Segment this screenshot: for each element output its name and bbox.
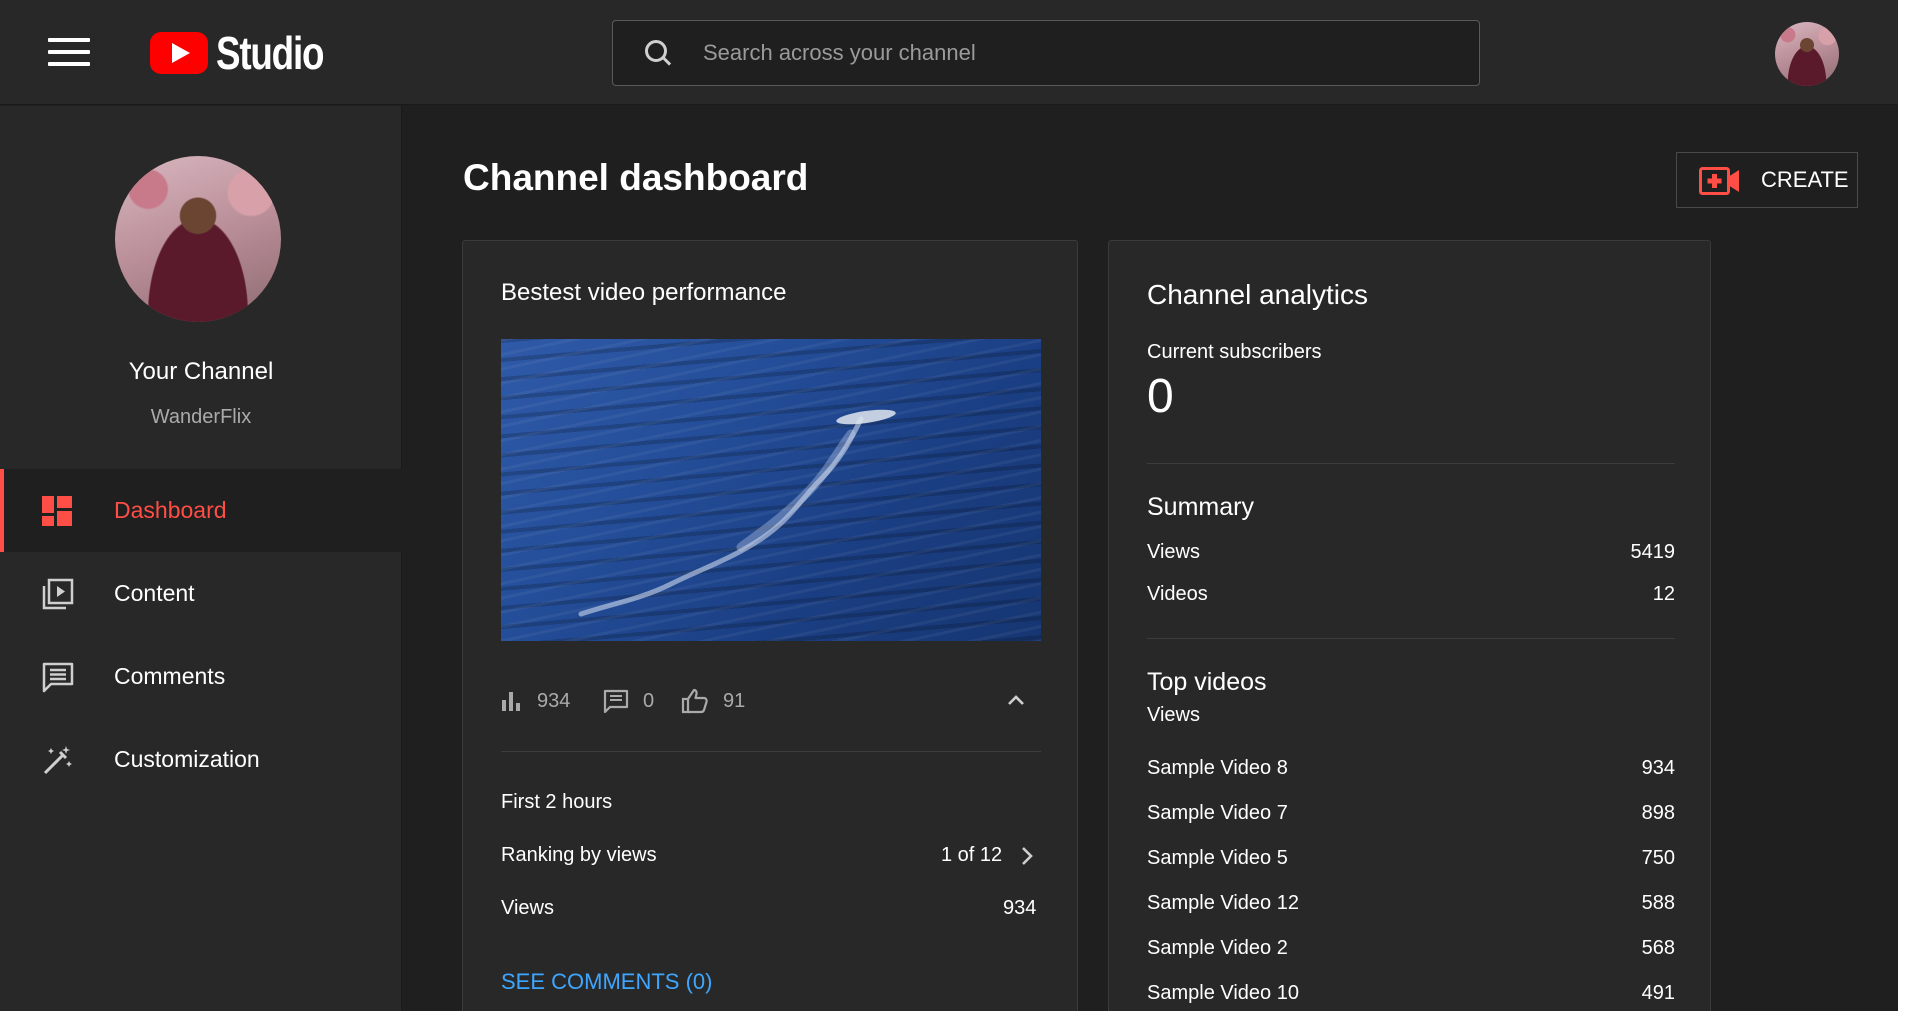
subscribers-count: 0 [1147,370,1174,423]
create-video-icon [1699,167,1739,195]
period-label: First 2 hours [501,791,613,813]
card-title: Channel analytics [1147,279,1369,310]
sidebar-item-comments[interactable]: Comments [0,635,402,718]
top-video-title[interactable]: Sample Video 5 [1147,847,1288,870]
video-thumbnail[interactable] [501,339,1041,641]
likes-count: 91 [723,689,746,712]
top-video-views: 934 [1641,757,1675,779]
summary-label: Videos [1147,583,1208,605]
top-video-row[interactable]: Sample Video 12 588 [1147,892,1675,922]
top-video-views: 588 [1641,892,1675,914]
sidebar-item-customization[interactable]: Customization [0,718,402,801]
divider [501,751,1041,752]
menu-icon[interactable] [48,38,90,70]
top-video-row[interactable]: Sample Video 10 491 [1147,982,1675,1011]
create-label: CREATE [1761,167,1849,192]
thumbnail-image [578,409,896,617]
search-box[interactable] [612,20,1480,86]
top-video-title[interactable]: Sample Video 12 [1147,892,1299,915]
top-video-title[interactable]: Sample Video 8 [1147,757,1288,780]
summary-label: Views [1147,541,1200,563]
studio-app: Studio Your Channel WanderFlix Dashb [0,0,1908,1011]
customization-icon [42,744,74,776]
sidebar: Your Channel WanderFlix Dashboard Conten… [0,106,402,1011]
top-videos-subtitle: Views [1147,704,1200,726]
channel-title: Your Channel [128,358,274,385]
logo-text: Studio [216,27,324,79]
summary-value: 12 [1652,583,1675,605]
sidebar-item-dashboard[interactable]: Dashboard [0,469,402,552]
likes-stat: 91 [681,681,745,721]
search-input[interactable] [703,21,1479,85]
top-video-row[interactable]: Sample Video 5 750 [1147,847,1675,877]
top-videos-title: Top videos [1147,668,1267,696]
views-label: Views [501,897,554,919]
ranking-value: 1 of 12 [941,844,1003,866]
summary-row: Views 5419 [1147,541,1675,571]
summary-row: Videos 12 [1147,583,1675,613]
card-title: Bestest video performance [501,279,787,306]
see-comments-link[interactable]: SEE COMMENTS (0) [501,969,712,995]
views-value: 934 [1003,897,1037,919]
window-edge [1898,0,1908,1011]
top-video-views: 568 [1641,937,1675,959]
search-icon[interactable] [643,38,673,68]
summary-value: 5419 [1630,541,1676,563]
channel-avatar[interactable] [115,156,281,322]
subscribers-label: Current subscribers [1147,341,1322,363]
top-video-title[interactable]: Sample Video 10 [1147,982,1299,1005]
comments-count: 0 [643,689,655,712]
top-video-title[interactable]: Sample Video 2 [1147,937,1288,960]
bar-chart-icon [502,692,520,711]
comments-stat: 0 [603,681,654,721]
content-icon [42,578,74,610]
comments-icon [42,661,74,693]
sidebar-item-label: Dashboard [114,497,227,523]
sidebar-item-content[interactable]: Content [0,552,402,635]
chevron-right-icon[interactable] [1015,841,1039,871]
top-video-views: 898 [1641,802,1675,824]
top-video-title[interactable]: Sample Video 7 [1147,802,1288,825]
divider [1147,463,1675,464]
sidebar-item-label: Content [114,580,195,606]
channel-analytics-card: Channel analytics Current subscribers 0 … [1108,240,1711,1011]
page-title: Channel dashboard [463,157,809,198]
studio-logo[interactable]: Studio [150,27,350,79]
sidebar-item-label: Customization [114,746,260,772]
comment-icon [603,689,629,713]
sidebar-item-label: Comments [114,663,226,689]
top-video-row[interactable]: Sample Video 2 568 [1147,937,1675,967]
create-button[interactable]: CREATE [1676,152,1858,208]
top-bar: Studio [0,0,1898,105]
channel-handle: WanderFlix [150,406,252,428]
thumbs-up-icon [681,688,708,714]
views-count: 934 [537,689,571,712]
ranking-label: Ranking by views [501,844,657,866]
video-stats: 934 0 91 [501,681,1041,721]
video-performance-card: Bestest video performance 934 0 91 First… [462,240,1078,1011]
dashboard-icon [42,495,72,526]
youtube-play-icon [150,32,208,74]
account-avatar[interactable] [1775,22,1839,86]
divider [1147,638,1675,639]
top-video-row[interactable]: Sample Video 7 898 [1147,802,1675,832]
top-video-views: 491 [1641,982,1675,1004]
top-video-row[interactable]: Sample Video 8 934 [1147,757,1675,787]
top-video-views: 750 [1641,847,1675,869]
sidebar-nav: Dashboard Content Comments Customization [0,469,402,801]
summary-title: Summary [1147,493,1254,521]
views-stat: 934 [501,681,570,721]
chevron-up-icon[interactable] [1001,685,1031,715]
